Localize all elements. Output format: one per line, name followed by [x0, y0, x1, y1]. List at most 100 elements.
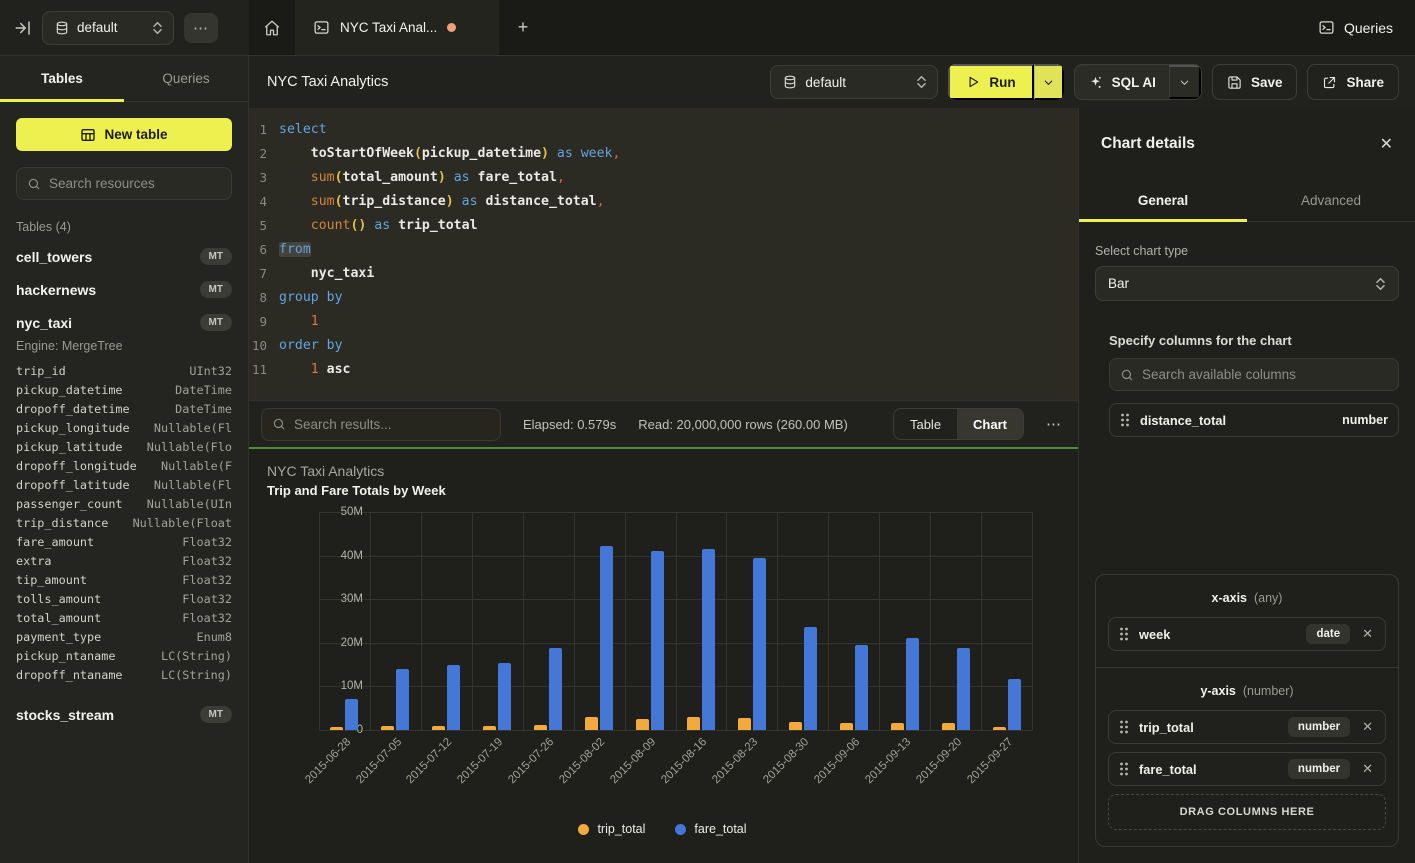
- view-toggle-chart[interactable]: Chart: [957, 409, 1023, 439]
- run-button[interactable]: Run: [948, 64, 1033, 100]
- sql-editor[interactable]: 1select2toStartOfWeek(pickup_datetime) a…: [249, 108, 1078, 400]
- bar-fare_total[interactable]: [600, 546, 613, 730]
- sql-ai-options-button[interactable]: [1169, 65, 1201, 99]
- column-row[interactable]: tolls_amountFloat32: [0, 589, 248, 608]
- sql-ai-label: SQL AI: [1112, 75, 1156, 90]
- view-toggle-table[interactable]: Table: [894, 409, 957, 439]
- chart-type-select[interactable]: Bar: [1095, 266, 1399, 301]
- remove-chip-icon[interactable]: ✕: [1360, 719, 1375, 735]
- bar-trip_total[interactable]: [687, 717, 700, 730]
- column-row[interactable]: pickup_longitudeNullable(Fl: [0, 418, 248, 437]
- save-icon: [1227, 75, 1242, 90]
- table-row[interactable]: nyc_taxiMT: [0, 306, 248, 339]
- column-row[interactable]: pickup_latitude Nullable(Flo: [0, 437, 248, 456]
- column-chip[interactable]: trip_totalnumber✕: [1108, 710, 1386, 744]
- drag-handle-icon[interactable]: [1119, 720, 1129, 734]
- column-row[interactable]: fare_amountFloat32: [0, 532, 248, 551]
- top-bar-right: Queries: [1296, 0, 1415, 55]
- legend-item[interactable]: trip_total: [578, 822, 645, 836]
- column-row[interactable]: pickup_datetimeDateTime: [0, 380, 248, 399]
- engine-badge: MT: [200, 706, 232, 723]
- column-row[interactable]: payment_typeEnum8: [0, 627, 248, 646]
- column-row[interactable]: extraFloat32: [0, 551, 248, 570]
- bar-fare_total[interactable]: [345, 699, 358, 730]
- column-row[interactable]: pickup_ntanameLC(String): [0, 646, 248, 665]
- column-row[interactable]: trip_idUInt32: [0, 361, 248, 380]
- database-more-button[interactable]: ⋯: [184, 13, 218, 43]
- bar-trip_total[interactable]: [738, 718, 751, 730]
- bar-fare_total[interactable]: [498, 663, 511, 730]
- column-type: Nullable(Flo: [147, 440, 232, 454]
- sidebar-tab-queries[interactable]: Queries: [124, 56, 248, 101]
- bar-fare_total[interactable]: [855, 645, 868, 730]
- bar-fare_total[interactable]: [906, 638, 919, 730]
- bar-fare_total[interactable]: [702, 549, 715, 730]
- new-tab-button[interactable]: +: [499, 0, 547, 55]
- column-type: Nullable(F: [161, 459, 232, 473]
- queries-button[interactable]: Queries: [1318, 19, 1393, 36]
- bar-fare_total[interactable]: [957, 648, 970, 730]
- column-row[interactable]: dropoff_ntanameLC(String): [0, 665, 248, 684]
- bar-fare_total[interactable]: [447, 665, 460, 730]
- results-more-button[interactable]: ⋯: [1046, 415, 1062, 433]
- sidebar-tab-tables[interactable]: Tables: [0, 56, 124, 101]
- collapse-sidebar-button[interactable]: [14, 19, 32, 37]
- drag-handle-icon[interactable]: [1119, 762, 1129, 776]
- close-icon[interactable]: ✕: [1380, 134, 1393, 154]
- column-chip[interactable]: weekdate✕: [1108, 617, 1386, 651]
- tab-advanced[interactable]: Advanced: [1247, 180, 1415, 221]
- column-row[interactable]: total_amountFloat32: [0, 608, 248, 627]
- columns-search-input[interactable]: [1142, 367, 1388, 382]
- bar-fare_total[interactable]: [1008, 679, 1021, 730]
- remove-chip-icon[interactable]: ✕: [1360, 626, 1375, 642]
- column-name: pickup_datetime: [16, 383, 123, 397]
- share-button[interactable]: Share: [1307, 64, 1399, 100]
- home-button[interactable]: [249, 0, 295, 55]
- bar-trip_total[interactable]: [636, 719, 649, 730]
- save-button[interactable]: Save: [1212, 64, 1298, 100]
- table-row[interactable]: stocks_streamMT: [0, 698, 248, 731]
- tables-list: Tables (4) cell_towersMThackernewsMTnyc_…: [0, 200, 248, 863]
- drag-handle-icon[interactable]: [1119, 627, 1129, 641]
- table-row[interactable]: hackernewsMT: [0, 273, 248, 306]
- new-table-button[interactable]: New table: [16, 118, 232, 151]
- columns-search[interactable]: [1109, 358, 1399, 391]
- column-chip[interactable]: distance_totalnumber: [1109, 403, 1399, 437]
- column-row[interactable]: dropoff_latitudeNullable(Fl: [0, 475, 248, 494]
- gridline: [879, 512, 880, 730]
- column-chip[interactable]: fare_totalnumber✕: [1108, 752, 1386, 786]
- column-type: DateTime: [175, 402, 232, 416]
- table-grid-icon: [80, 127, 96, 143]
- column-row[interactable]: dropoff_longitudeNullable(F: [0, 456, 248, 475]
- remove-chip-icon[interactable]: ✕: [1360, 761, 1375, 777]
- column-row[interactable]: tip_amountFloat32: [0, 570, 248, 589]
- bar-trip_total[interactable]: [585, 717, 598, 730]
- column-name: pickup_latitude: [16, 440, 123, 454]
- drag-handle-icon[interactable]: [1120, 413, 1130, 427]
- line-number: 6: [249, 238, 279, 262]
- bar-fare_total[interactable]: [753, 558, 766, 730]
- bar-chart[interactable]: 50M40M30M20M10M0 2015-06-282015-07-05201…: [267, 512, 1058, 800]
- column-row[interactable]: trip_distanceNullable(Float: [0, 513, 248, 532]
- query-database-selector[interactable]: default: [770, 65, 938, 99]
- column-row[interactable]: passenger_countNullable(UIn: [0, 494, 248, 513]
- legend-item[interactable]: fare_total: [675, 822, 746, 836]
- bar-trip_total[interactable]: [789, 722, 802, 730]
- results-search[interactable]: [261, 408, 501, 441]
- column-row[interactable]: dropoff_datetimeDateTime: [0, 399, 248, 418]
- bar-fare_total[interactable]: [396, 669, 409, 730]
- sidebar: Tables Queries New table Tables (4) cell…: [0, 56, 249, 863]
- bar-fare_total[interactable]: [651, 551, 664, 730]
- drag-columns-dropzone[interactable]: DRAG COLUMNS HERE: [1108, 794, 1386, 830]
- database-selector[interactable]: default: [42, 11, 174, 45]
- resource-search-input[interactable]: [49, 176, 221, 191]
- resource-search[interactable]: [16, 167, 232, 200]
- bar-fare_total[interactable]: [804, 627, 817, 730]
- sql-ai-button[interactable]: SQL AI: [1075, 65, 1169, 99]
- tab-general[interactable]: General: [1079, 180, 1247, 221]
- tab-nyc-taxi-analytics[interactable]: NYC Taxi Anal...: [295, 0, 499, 55]
- bar-fare_total[interactable]: [549, 648, 562, 730]
- results-search-input[interactable]: [294, 417, 490, 432]
- run-options-button[interactable]: [1034, 64, 1064, 100]
- table-row[interactable]: cell_towersMT: [0, 240, 248, 273]
